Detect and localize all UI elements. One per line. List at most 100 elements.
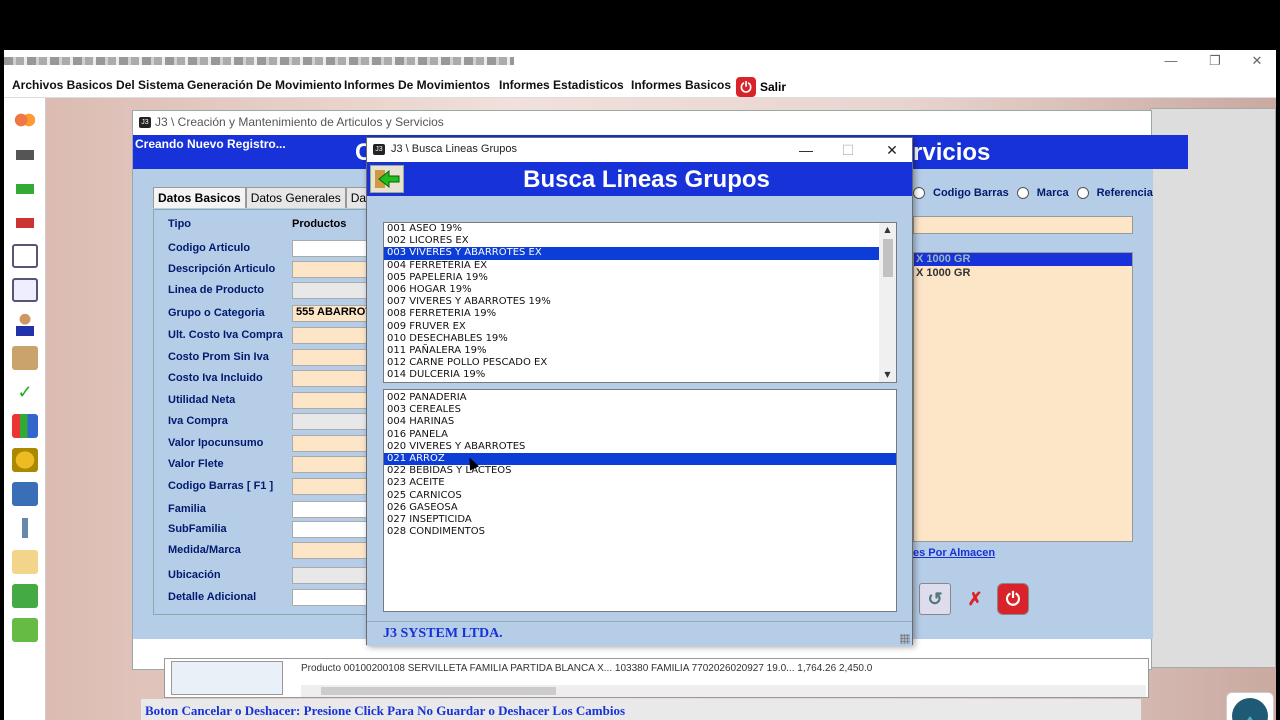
- label-ipocunsumo: Valor Ipocunsumo: [168, 437, 264, 449]
- grupos-list-item[interactable]: 028 CONDIMENTOS: [384, 526, 896, 538]
- truck-icon[interactable]: [12, 584, 38, 608]
- menu-archivos[interactable]: Archivos Basicos Del Sistema: [12, 78, 184, 92]
- label-familia: Familia: [168, 503, 206, 515]
- logo-ring: [1232, 698, 1268, 720]
- menu-informes-movimientos[interactable]: Informes De Movimientos: [344, 78, 490, 92]
- scroll-thumb[interactable]: [883, 239, 893, 277]
- grupos-items: 002 PANADERIA 003 CEREALES 004 HARINAS 016 …: [384, 390, 896, 538]
- label-iva-compra: Iva Compra: [168, 415, 228, 427]
- grupos-list-item[interactable]: 022 BEBIDAS Y LACTEOS: [384, 465, 896, 477]
- close-icon[interactable]: ✕: [1242, 52, 1272, 70]
- document-icon[interactable]: [12, 244, 38, 268]
- check-icon[interactable]: ✓: [12, 380, 38, 404]
- scroll-down-icon[interactable]: ▼: [879, 368, 896, 382]
- label-ult-costo: Ult. Costo Iva Compra: [168, 329, 283, 341]
- lineas-list-item[interactable]: 001 ASEO 19%: [384, 223, 896, 235]
- grupos-list-item[interactable]: 021 ARROZ: [384, 452, 896, 466]
- list-document-icon[interactable]: [12, 278, 38, 302]
- user-icon[interactable]: [12, 312, 38, 336]
- report-icon[interactable]: [12, 550, 38, 574]
- label-linea: Linea de Producto: [168, 284, 264, 296]
- exit-menu[interactable]: ⏻ Salir: [736, 77, 786, 97]
- label-codigo-articulo: Codigo Articulo: [168, 242, 251, 254]
- grupos-list-item[interactable]: 027 INSEPTICIDA: [384, 514, 896, 526]
- close-icon[interactable]: ✕: [877, 140, 907, 160]
- grupos-listbox[interactable]: 002 PANADERIA 003 CEREALES 004 HARINAS 016 …: [383, 389, 897, 612]
- restore-icon[interactable]: ❐: [1200, 52, 1230, 70]
- radio-codigo-barras[interactable]: [913, 187, 925, 199]
- header-fragment-right: rvicios: [913, 139, 991, 166]
- box-icon[interactable]: [12, 346, 38, 370]
- lineas-listbox[interactable]: 001 ASEO 19% 002 LICORES EX 003 VIVERES Y …: [383, 222, 897, 383]
- chart-icon[interactable]: [12, 414, 38, 438]
- radio-marca[interactable]: [1016, 187, 1029, 199]
- logo-icon: [1226, 692, 1274, 720]
- grid-scroll-thumb[interactable]: [321, 687, 556, 695]
- grupos-list-item[interactable]: 026 GASEOSA: [384, 502, 896, 514]
- grupos-list-item[interactable]: 004 HARINAS: [384, 416, 896, 428]
- minimize-icon[interactable]: —: [1156, 52, 1186, 70]
- grupos-list-item[interactable]: 003 CEREALES: [384, 404, 896, 416]
- resize-grip-icon[interactable]: [900, 634, 910, 644]
- grid-horizontal-scrollbar[interactable]: [301, 685, 1146, 697]
- results-list[interactable]: X 1000 GR X 1000 GR: [913, 252, 1133, 542]
- menubar: Archivos Basicos Del Sistema Generación …: [4, 72, 1276, 98]
- lineas-list-item[interactable]: 002 LICORES EX: [384, 235, 896, 247]
- results-list-item[interactable]: X 1000 GR: [916, 267, 970, 279]
- grupos-list-item[interactable]: 002 PANADERIA: [384, 392, 896, 404]
- dialog-titlebar: J3 J3 \ Busca Lineas Grupos — ☐ ✕: [367, 138, 912, 162]
- lineas-list-item[interactable]: 004 FERRETERIA EX: [384, 260, 896, 272]
- lineas-list-item[interactable]: 003 VIVERES Y ABARROTES EX: [384, 247, 896, 260]
- articles-window-title-text: J3 \ Creación y Mantenimiento de Articul…: [155, 115, 444, 129]
- money-icon[interactable]: [12, 618, 38, 642]
- cancel-button[interactable]: ✗: [959, 583, 991, 615]
- tab-datos-generales[interactable]: Datos Generales: [245, 187, 346, 208]
- tools-icon[interactable]: [12, 516, 38, 540]
- lineas-list-item[interactable]: 010 DESECHABLES 19%: [384, 333, 896, 345]
- minimize-icon[interactable]: —: [791, 140, 821, 160]
- lineas-list-item[interactable]: 014 DULCERIA 19%: [384, 369, 896, 381]
- search-options: Codigo Barras Marca Referencia: [913, 187, 1153, 199]
- undo-button[interactable]: ↺: [919, 583, 951, 615]
- results-list-selected[interactable]: X 1000 GR: [914, 253, 1132, 266]
- group-icon[interactable]: [12, 482, 38, 506]
- power-icon: ⏻: [736, 77, 756, 97]
- table-row[interactable]: Producto 00100200108 SERVILLETA FAMILIA …: [301, 663, 872, 674]
- main-titlebar: — ❐ ✕: [4, 50, 1276, 72]
- scroll-up-icon[interactable]: ▲: [879, 223, 896, 237]
- power-button[interactable]: ⏻: [997, 583, 1029, 615]
- dialog-app-icon: J3: [373, 144, 385, 155]
- articles-grid[interactable]: Producto 00100200108 SERVILLETA FAMILIA …: [164, 658, 1149, 698]
- lineas-list-item[interactable]: 007 VIVERES Y ABARROTES 19%: [384, 296, 896, 308]
- lineas-list-item[interactable]: 006 HOGAR 19%: [384, 284, 896, 296]
- menu-generacion[interactable]: Generación De Movimiento: [187, 78, 342, 92]
- cart-icon[interactable]: [12, 142, 38, 166]
- grupos-list-item[interactable]: 023 ACEITE: [384, 477, 896, 489]
- dialog-heading: Busca Lineas Grupos: [523, 166, 770, 193]
- lineas-list-item[interactable]: 009 FRUVER EX: [384, 321, 896, 333]
- cart-add-icon[interactable]: [12, 176, 38, 200]
- grupos-list-item[interactable]: 020 VIVERES Y ABARROTES: [384, 441, 896, 453]
- lineas-list-item[interactable]: 011 PAÑALERA 19%: [384, 345, 896, 357]
- coins-icon[interactable]: [12, 448, 38, 472]
- grupos-list-item[interactable]: 025 CARNICOS: [384, 490, 896, 502]
- lineas-list-item[interactable]: 012 CARNE POLLO PESCADO EX: [384, 357, 896, 369]
- label-medida: Medida/Marca: [168, 544, 241, 556]
- lineas-list-item[interactable]: 008 FERRETERIA 19%: [384, 308, 896, 320]
- cart-remove-icon[interactable]: [12, 210, 38, 234]
- lineas-list-item[interactable]: 005 PAPELERIA 19%: [384, 272, 896, 284]
- card-icon[interactable]: [12, 108, 38, 132]
- dialog-body: 001 ASEO 19% 002 LICORES EX 003 VIVERES Y …: [367, 196, 912, 646]
- menu-informes-estadisticos[interactable]: Informes Estadisticos: [499, 78, 624, 92]
- hint-bar: Boton Cancelar o Deshacer: Presione Clic…: [141, 699, 1141, 720]
- dialog-footer: J3 SYSTEM LTDA.: [367, 621, 912, 646]
- tab-datos-basicos[interactable]: Datos Basicos: [153, 187, 246, 208]
- grupos-list-item[interactable]: 016 PANELA: [384, 429, 896, 441]
- radio-referencia[interactable]: [1076, 187, 1089, 199]
- search-text-input[interactable]: [913, 216, 1133, 234]
- new-record-label: Creando Nuevo Registro...: [135, 137, 286, 151]
- almacen-link[interactable]: es Por Almacen: [913, 547, 995, 559]
- label-costo-prom: Costo Prom Sin Iva: [168, 351, 269, 363]
- lineas-scrollbar[interactable]: ▲ ▼: [879, 223, 896, 382]
- menu-informes-basicos[interactable]: Informes Basicos: [631, 78, 731, 92]
